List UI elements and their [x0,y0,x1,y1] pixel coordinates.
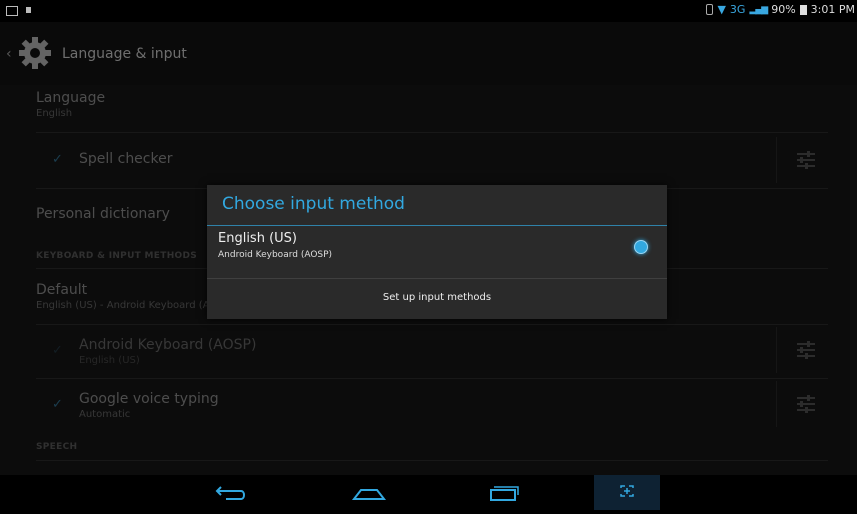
screenshot-notification-icon [6,6,18,16]
home-button[interactable] [350,475,388,510]
set-up-input-methods-button[interactable]: Set up input methods [207,279,667,319]
option-radio-button[interactable] [634,240,648,254]
choose-input-method-dialog: Choose input method English (US) Android… [207,185,667,319]
screenshot-button[interactable] [594,475,660,510]
lock-notification-icon [26,7,31,13]
home-icon [351,489,387,500]
input-method-option[interactable]: English (US) Android Keyboard (AOSP) [207,226,667,278]
screenshot-icon [620,485,634,497]
back-icon [215,486,245,500]
network-type: 3G [729,3,746,16]
status-bar: ▼ 3G ▂▄▆ 90% 3:01 PM [0,0,857,22]
navigation-bar [0,475,857,510]
back-button[interactable] [214,475,248,510]
signal-icon: ▂▄▆ [749,4,768,15]
recent-apps-icon [490,486,519,501]
wifi-icon: ▼ [717,3,726,16]
dialog-title: Choose input method [222,194,405,214]
battery-icon [799,4,807,15]
sim-icon [706,4,714,15]
clock: 3:01 PM [810,3,855,16]
recent-apps-button[interactable] [487,475,521,510]
option-title: English (US) [218,231,297,246]
option-subtitle: Android Keyboard (AOSP) [218,250,333,260]
battery-percent: 90% [771,3,796,16]
